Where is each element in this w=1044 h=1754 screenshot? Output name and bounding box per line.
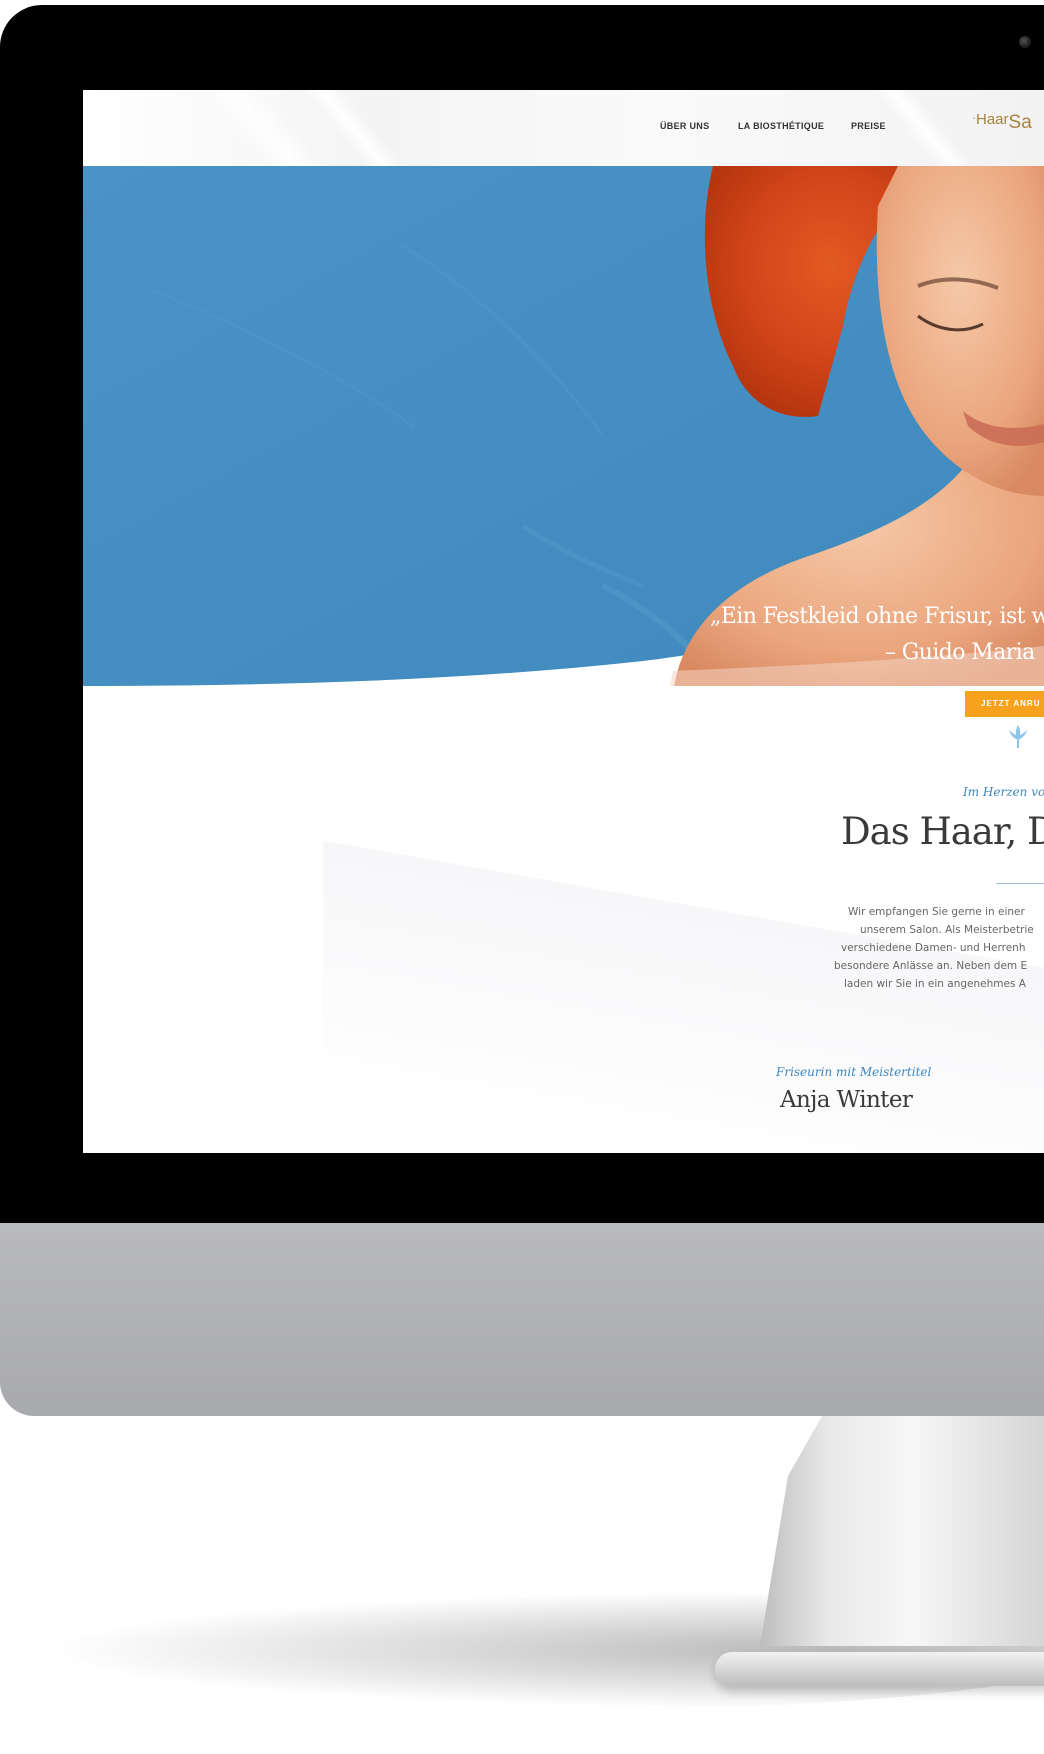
intro-paragraph-line: verschiedene Damen- und Herrenh — [841, 942, 1026, 954]
imac-stand — [760, 1416, 1044, 1646]
hero-quote-author: – Guido Maria — [885, 640, 1035, 665]
hero-quote-line: „Ein Festkleid ohne Frisur, ist wie — [710, 604, 1044, 629]
nav-item-la-biosthetique[interactable]: LA BIOSTHÉTIQUE — [738, 121, 824, 131]
intro-paragraph-line: Wir empfangen Sie gerne in einer — [848, 906, 1025, 918]
imac-mockup: ÜBER UNS LA BIOSTHÉTIQUE PREISE ▪ HaarSa — [0, 0, 1044, 1754]
intro-title: Das Haar, D — [841, 810, 1044, 853]
logo-mark: ▪ — [973, 116, 976, 122]
site-header: ÜBER UNS LA BIOSTHÉTIQUE PREISE ▪ HaarSa — [83, 90, 1044, 166]
imac-stand-foot — [715, 1652, 1044, 1686]
intro-paragraph-line: laden wir Sie in ein angenehmes A — [844, 978, 1026, 990]
team-member-name: Anja Winter — [780, 1087, 913, 1113]
intro-kicker: Im Herzen von — [963, 785, 1044, 799]
fleur-ornament-icon — [1009, 725, 1027, 748]
nav-item-ueber-uns[interactable]: ÜBER UNS — [660, 121, 709, 131]
header-light-stripe — [871, 90, 975, 166]
site-logo[interactable]: ▪ HaarSa — [973, 111, 1032, 134]
camera-icon — [1019, 36, 1031, 48]
intro-paragraph-line: unserem Salon. Als Meisterbetrie — [860, 924, 1034, 936]
call-now-button[interactable]: JETZT ANRU — [965, 691, 1044, 717]
monitor-chin — [0, 1223, 1044, 1416]
intro-paragraph-line: besondere Anlässe an. Neben dem E — [834, 960, 1028, 972]
header-light-stripe — [301, 90, 405, 166]
title-divider — [996, 883, 1044, 884]
background-shape — [323, 840, 1044, 1153]
header-light-stripe — [201, 90, 325, 166]
logo-word-haar: Haar — [976, 111, 1009, 128]
hero-section: „Ein Festkleid ohne Frisur, ist wie – Gu… — [83, 166, 1044, 717]
website-screen: ÜBER UNS LA BIOSTHÉTIQUE PREISE ▪ HaarSa — [83, 90, 1044, 1153]
team-member-role: Friseurin mit Meistertitel — [776, 1065, 932, 1079]
logo-word-salon: Sa — [1008, 112, 1032, 133]
nav-item-preise[interactable]: PREISE — [851, 121, 886, 131]
